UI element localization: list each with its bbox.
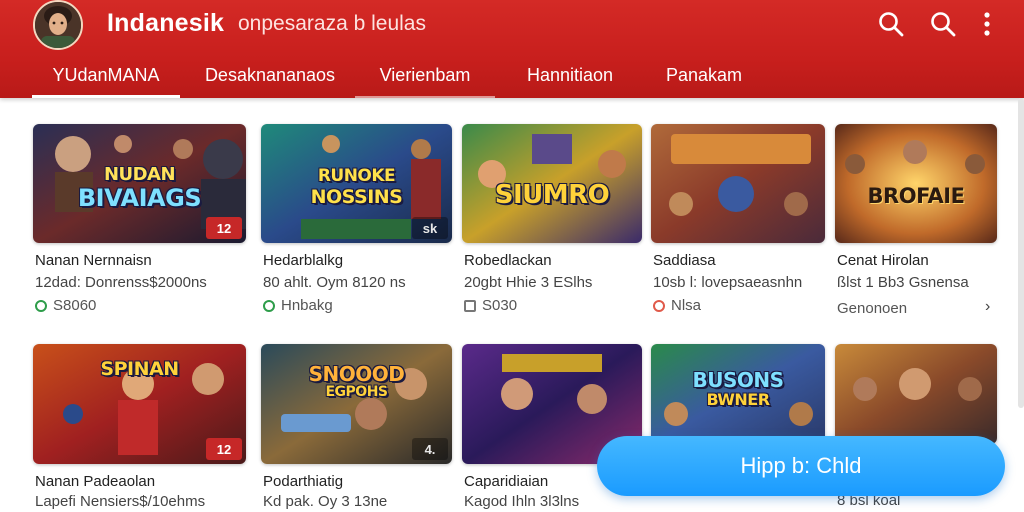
- app-header: Indanesik onpesaraza b leulas YUdanMANA …: [0, 0, 1024, 98]
- thumbnail-title: BROFAIE: [867, 184, 965, 208]
- card-footer-text: Hnbakg: [281, 297, 333, 314]
- game-thumbnail: RUNOKE NOSSINS sk: [261, 124, 452, 243]
- card-footer-text: S030: [482, 297, 518, 314]
- card-meta: 20gbt Hhie 3 ESlhs: [464, 274, 593, 291]
- thumbnail-title: NOSSINS: [310, 186, 403, 208]
- game-thumbnail: SIUMRO: [462, 124, 642, 243]
- card-footer: S8060: [35, 297, 96, 314]
- card-meta: Kagod Ihln 3l3lns: [464, 493, 580, 510]
- card-footer-text: S8060: [53, 297, 97, 314]
- thumbnail-title: NUDAN: [103, 164, 176, 185]
- thumbnail-title: SNOOOD: [308, 362, 405, 386]
- app-title: Indanesik: [107, 9, 225, 37]
- thumbnail-title: BWNER: [706, 390, 770, 409]
- avatar[interactable]: [33, 0, 83, 50]
- card-title: Cenat Hirolan: [837, 252, 929, 269]
- card-meta: Lapefi Nensiers$/10ehms: [35, 493, 206, 510]
- card-meta: 12dad: Donrenss$2000ns: [35, 274, 207, 291]
- status-icon: [35, 299, 47, 312]
- card-footer: S030: [464, 297, 517, 314]
- thumbnail-title: SPINAN: [100, 358, 179, 380]
- thumbnail-title: SIUMRO: [494, 180, 610, 210]
- card-title: Hedarblalkg: [263, 252, 344, 269]
- tab-1[interactable]: Desaknananaos: [200, 52, 340, 98]
- search-icon[interactable]: [876, 9, 906, 39]
- thumbnail-title: BUSONS: [692, 368, 784, 392]
- tab-label: YUdanMANA: [52, 64, 160, 85]
- card-title: Nanan Padeaolan: [35, 473, 156, 490]
- tab-3[interactable]: Hannitiaon: [512, 52, 628, 98]
- card-meta: 10sb l: lovepsaeasnhn: [653, 274, 803, 291]
- tab-label: Panakam: [665, 64, 743, 85]
- card-meta: 80 ahlt. Oym 8120 ns: [263, 274, 406, 291]
- tab-label: Vierienbam: [379, 64, 471, 85]
- badge: 12: [206, 438, 242, 460]
- status-icon: [653, 299, 665, 312]
- card-title: Podarthiatig: [263, 473, 344, 490]
- tab-label: Desaknananaos: [204, 64, 336, 85]
- chevron-right-icon[interactable]: ›: [985, 298, 990, 316]
- tab-bar: YUdanMANA Desaknananaos Vierienbam Hanni…: [0, 52, 1024, 98]
- tab-indicator: [355, 96, 495, 98]
- app-subtitle: onpesaraza b leulas: [238, 12, 426, 35]
- tab-2[interactable]: Vierienbam: [355, 52, 495, 98]
- card-footer: Nlsa: [653, 297, 701, 314]
- badge: sk: [412, 217, 448, 239]
- game-thumbnail: NUDAN BIVAIAGS 12: [33, 124, 246, 243]
- game-thumbnail: SPINAN 12: [33, 344, 246, 464]
- card-title: Nanan Nernnaisn: [35, 252, 152, 269]
- thumbnail-title: BIVAIAGS: [77, 184, 202, 212]
- tab-active-indicator: [32, 95, 180, 98]
- game-thumbnail: SNOOOD EGPOHS 4.: [261, 344, 452, 464]
- tab-0[interactable]: YUdanMANA: [32, 52, 180, 98]
- card-footer-text: Genonoen: [837, 300, 908, 317]
- image-icon: [464, 299, 476, 312]
- thumbnail-title: RUNOKE: [317, 166, 396, 186]
- help-chat-button[interactable]: Hipp b: Chld: [597, 436, 1005, 496]
- game-thumbnail: BUSONS BWNER: [651, 344, 825, 444]
- card-meta: ßlst 1 Bb3 Gsnensa: [837, 274, 969, 291]
- card-title: Caparidiaian: [464, 473, 549, 490]
- card-title: Saddiasa: [653, 252, 716, 269]
- game-thumbnail: [835, 344, 997, 444]
- card-footer: Hnbakg: [263, 297, 333, 314]
- status-icon: [263, 299, 275, 312]
- badge: 12: [206, 217, 242, 239]
- more-vert-icon[interactable]: [972, 9, 1002, 39]
- thumbnail-title: EGPOHS: [325, 384, 388, 400]
- scrollbar[interactable]: [1018, 98, 1024, 408]
- badge: 4.: [412, 438, 448, 460]
- card-footer-text: Nlsa: [671, 297, 702, 314]
- game-thumbnail: BROFAIE: [835, 124, 997, 243]
- card-meta: Kd pak. Oy 3 13ne: [263, 493, 388, 510]
- tab-label: Hannitiaon: [526, 64, 614, 85]
- game-thumbnail: [651, 124, 825, 243]
- card-footer: Genonoen: [837, 300, 907, 317]
- help-chat-label: Hipp b: Chld: [740, 453, 862, 478]
- card-title: Robedlackan: [464, 252, 552, 269]
- tab-4[interactable]: Panakam: [650, 52, 758, 98]
- search-icon[interactable]: [928, 9, 958, 39]
